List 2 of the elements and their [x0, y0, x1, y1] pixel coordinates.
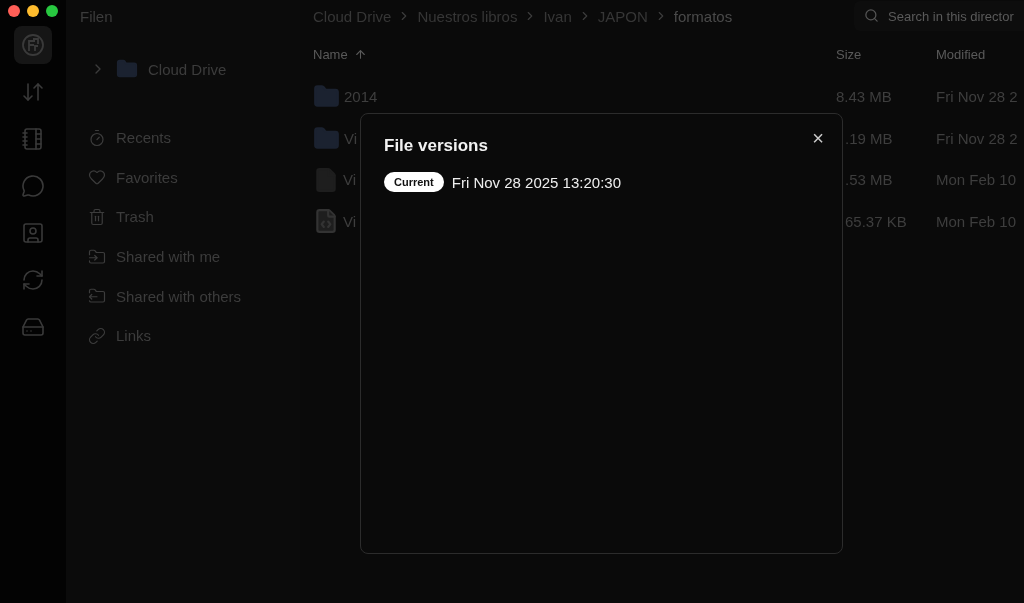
current-badge: Current	[384, 172, 444, 192]
dialog-title: File versions	[384, 136, 489, 156]
